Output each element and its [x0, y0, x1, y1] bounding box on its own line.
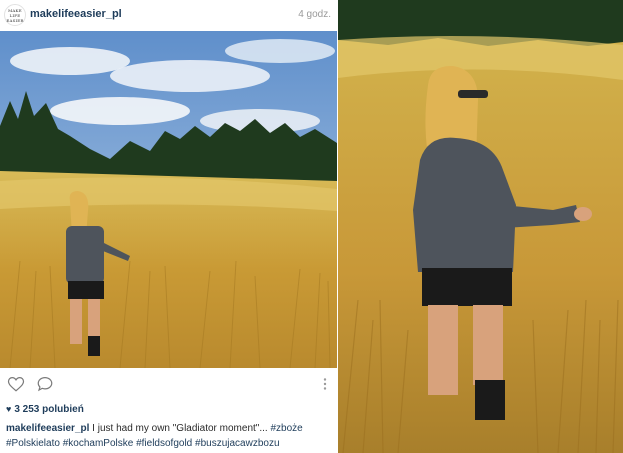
hashtag-link[interactable]: #zboże — [270, 423, 302, 434]
comment-bubble-icon[interactable] — [36, 375, 54, 393]
likes-label: 3 253 polubień — [14, 404, 84, 415]
post-photo[interactable] — [0, 31, 337, 368]
instagram-post-card: MAKE LIFE EASIER makelifeeasier_pl 4 god… — [0, 0, 337, 453]
caption-username[interactable]: makelifeeasier_pl — [6, 423, 89, 434]
caption-text: I just had my own "Gladiator moment"... — [89, 423, 271, 434]
heart-outline-icon[interactable] — [7, 375, 25, 393]
hashtag-link[interactable]: #fieldsofgold — [136, 438, 192, 449]
post-timestamp: 4 godz. — [298, 9, 331, 20]
hashtag-link[interactable]: #kochamPolske — [63, 438, 134, 449]
avatar[interactable]: MAKE LIFE EASIER — [4, 4, 26, 26]
hashtag-link[interactable]: #Polskielato — [6, 438, 60, 449]
closeup-photo — [338, 0, 623, 453]
post-header: MAKE LIFE EASIER makelifeeasier_pl 4 god… — [0, 0, 337, 31]
hashtag-link[interactable]: #buszujacawzbozu — [195, 438, 280, 449]
vertical-dots-icon[interactable] — [320, 375, 330, 393]
likes-count[interactable]: ♥ 3 253 polubień — [6, 404, 84, 415]
post-caption: makelifeeasier_pl I just had my own "Gla… — [6, 421, 332, 451]
post-username[interactable]: makelifeeasier_pl — [30, 8, 122, 20]
heart-filled-icon: ♥ — [6, 404, 12, 414]
post-actions — [0, 370, 337, 398]
avatar-text-line: EASIER — [6, 17, 24, 23]
